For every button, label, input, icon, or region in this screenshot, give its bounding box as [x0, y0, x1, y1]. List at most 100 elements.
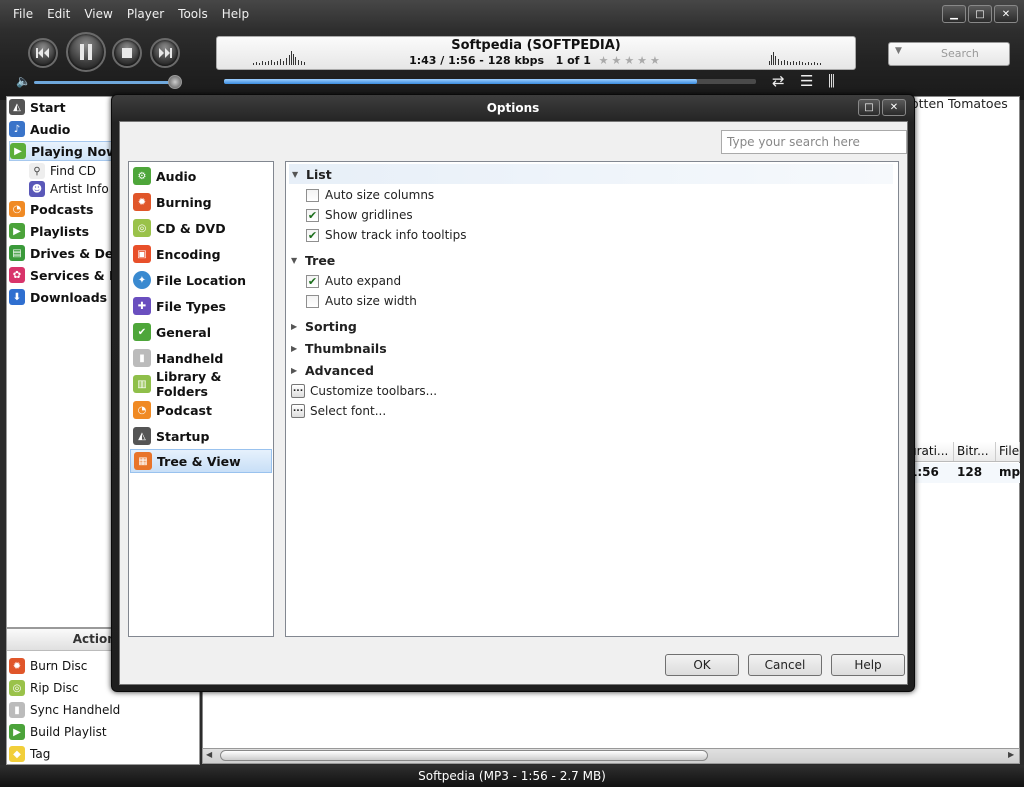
- section-advanced[interactable]: ▶ Advanced: [291, 360, 374, 380]
- previous-button[interactable]: [28, 38, 58, 68]
- expanded-icon: ▼: [292, 169, 299, 179]
- time-readout: 1:43 / 1:56 - 128 kbps: [409, 54, 545, 67]
- column-file-type[interactable]: File: [996, 442, 1020, 461]
- cell-bitrate: 128: [957, 465, 983, 479]
- dialog-maximize-button[interactable]: □: [858, 99, 880, 116]
- general-icon: ✔: [133, 323, 151, 341]
- category-podcast[interactable]: ◔ Podcast: [130, 398, 272, 422]
- section-tree[interactable]: ▼ Tree: [291, 250, 335, 270]
- rating-stars[interactable]: ★★★★★: [599, 54, 663, 67]
- menu-help[interactable]: Help: [215, 4, 256, 24]
- cancel-button[interactable]: Cancel: [748, 654, 822, 676]
- speaker-icon[interactable]: 🔈: [16, 74, 31, 88]
- section-sorting[interactable]: ▶ Sorting: [291, 316, 357, 336]
- services-icon: ✿: [9, 267, 25, 283]
- select-font-button[interactable]: ...: [291, 404, 305, 418]
- artist-info-icon: ☻: [29, 181, 45, 197]
- scrollbar-thumb[interactable]: [220, 750, 708, 761]
- customize-toolbars-button[interactable]: ...: [291, 384, 305, 398]
- burn-disc-icon: ✹: [9, 658, 25, 674]
- search-box[interactable]: ▼ Search: [888, 42, 1010, 66]
- maximize-button[interactable]: □: [968, 5, 992, 23]
- playlists-icon: ▶: [9, 223, 25, 239]
- option-auto-size-width[interactable]: Auto size width: [306, 291, 417, 311]
- minimize-button[interactable]: ▁: [942, 5, 966, 23]
- menu-bar: File Edit View Player Tools Help: [6, 4, 256, 24]
- action-burn-disc[interactable]: ✹ Burn Disc: [9, 656, 87, 676]
- expanded-icon: ▼: [291, 255, 298, 265]
- action-tag[interactable]: ◆ Tag: [9, 744, 50, 764]
- option-show-track-info-tooltips[interactable]: ✔ Show track info tooltips: [306, 225, 467, 245]
- column-bitrate[interactable]: Bitr...: [954, 442, 996, 461]
- category-startup[interactable]: ◭ Startup: [130, 424, 272, 448]
- pause-button[interactable]: [66, 32, 106, 72]
- section-list[interactable]: ▼ List: [289, 164, 893, 184]
- option-auto-size-columns[interactable]: Auto size columns: [306, 185, 434, 205]
- previous-icon: [36, 48, 49, 58]
- option-show-gridlines[interactable]: ✔ Show gridlines: [306, 205, 413, 225]
- help-button[interactable]: Help: [831, 654, 905, 676]
- handheld-icon: ▮: [9, 702, 25, 718]
- category-cd-dvd[interactable]: ◎ CD & DVD: [130, 216, 272, 240]
- action-rip-disc[interactable]: ◎ Rip Disc: [9, 678, 79, 698]
- seek-bar[interactable]: [224, 79, 756, 84]
- menu-tools[interactable]: Tools: [171, 4, 215, 24]
- collapsed-icon: ▶: [291, 321, 298, 331]
- checkbox-auto-size-columns[interactable]: [306, 188, 319, 202]
- section-thumbnails[interactable]: ▶ Thumbnails: [291, 338, 387, 358]
- minimize-icon: ▁: [950, 8, 958, 20]
- close-button[interactable]: ✕: [994, 5, 1018, 23]
- dialog-close-button[interactable]: ✕: [882, 99, 906, 116]
- checkbox-show-gridlines[interactable]: ✔: [306, 208, 319, 222]
- category-burning[interactable]: ✹ Burning: [130, 190, 272, 214]
- menu-edit[interactable]: Edit: [40, 4, 77, 24]
- scroll-right-icon[interactable]: ▶: [1008, 750, 1014, 759]
- search-placeholder: Search: [941, 47, 979, 60]
- tab-rotten-tomatoes[interactable]: otten Tomatoes: [908, 96, 1020, 114]
- category-encoding[interactable]: ▣ Encoding: [130, 242, 272, 266]
- library-folders-icon: ▥: [133, 375, 151, 393]
- equalizer-icon[interactable]: ⫼: [828, 72, 835, 90]
- options-dialog: Options □ ✕ Type your search here ⚙ Audio…: [111, 94, 915, 692]
- stop-button[interactable]: [112, 38, 142, 68]
- action-sync-handheld[interactable]: ▮ Sync Handheld: [9, 700, 120, 720]
- playlist-mode-icon[interactable]: ☰: [800, 72, 813, 90]
- scroll-left-icon[interactable]: ◀: [206, 750, 212, 759]
- track-title: Softpedia (SOFTPEDIA): [451, 38, 621, 53]
- options-search-input[interactable]: Type your search here: [721, 130, 907, 154]
- select-font-row[interactable]: ... Select font...: [291, 401, 386, 421]
- collapsed-icon: ▶: [291, 343, 298, 353]
- repeat-icon[interactable]: ⇄: [772, 72, 785, 90]
- playing-now-icon: ▶: [10, 143, 26, 159]
- next-icon: [159, 48, 172, 58]
- menu-file[interactable]: File: [6, 4, 40, 24]
- cd-dvd-icon: ◎: [133, 219, 151, 237]
- category-handheld[interactable]: ▮ Handheld: [130, 346, 272, 370]
- category-audio[interactable]: ⚙ Audio: [130, 164, 272, 188]
- category-file-types[interactable]: ✚ File Types: [130, 294, 272, 318]
- burning-icon: ✹: [133, 193, 151, 211]
- close-icon: ✕: [1001, 8, 1011, 20]
- checkbox-auto-expand[interactable]: ✔: [306, 274, 319, 288]
- dialog-body: Type your search here ⚙ Audio ✹ Burning ◎ C…: [119, 121, 908, 685]
- volume-slider[interactable]: [34, 81, 174, 84]
- tree-view-icon: ▦: [134, 452, 152, 470]
- category-tree-view[interactable]: ▦ Tree & View: [130, 449, 272, 473]
- menu-view[interactable]: View: [77, 4, 119, 24]
- dropdown-arrow-icon[interactable]: ▼: [895, 46, 902, 56]
- table-row[interactable]: 1:56 128 mp: [906, 463, 1020, 483]
- checkbox-show-track-info-tooltips[interactable]: ✔: [306, 228, 319, 242]
- option-auto-expand[interactable]: ✔ Auto expand: [306, 271, 401, 291]
- volume-knob[interactable]: [168, 75, 182, 89]
- customize-toolbars-row[interactable]: ... Customize toolbars...: [291, 381, 437, 401]
- next-button[interactable]: [150, 38, 180, 68]
- category-library-folders[interactable]: ▥ Library & Folders: [130, 369, 272, 399]
- menu-player[interactable]: Player: [120, 4, 171, 24]
- category-file-location[interactable]: ✦ File Location: [130, 268, 272, 292]
- action-build-playlist[interactable]: ▶ Build Playlist: [9, 722, 107, 742]
- category-list: ⚙ Audio ✹ Burning ◎ CD & DVD ▣ Encoding ✦ Fil…: [128, 161, 274, 637]
- checkbox-auto-size-width[interactable]: [306, 294, 319, 308]
- category-general[interactable]: ✔ General: [130, 320, 272, 344]
- ok-button[interactable]: OK: [665, 654, 739, 676]
- encoding-icon: ▣: [133, 245, 151, 263]
